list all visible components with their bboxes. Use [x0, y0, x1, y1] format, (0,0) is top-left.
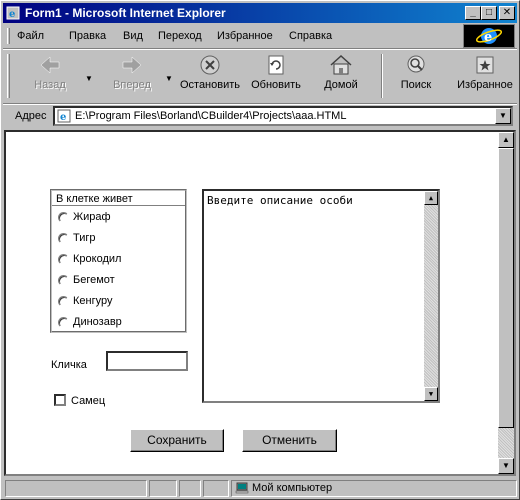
radio-label: Бегемот	[73, 274, 115, 286]
computer-icon	[235, 482, 249, 494]
nickname-input[interactable]	[106, 351, 188, 371]
address-label: Адрес	[15, 110, 47, 122]
favorites-label: Избранное	[457, 79, 513, 91]
menu-favorites[interactable]: Избранное	[217, 30, 273, 42]
stop-button[interactable]: Остановить	[177, 50, 243, 102]
back-button[interactable]: Назад	[23, 50, 77, 102]
address-dropdown-icon[interactable]: ▼	[495, 108, 511, 124]
page-icon: e	[57, 109, 71, 123]
page-scrollbar[interactable]: ▲ ▼	[498, 132, 514, 474]
toolbar-grip	[7, 54, 10, 98]
minimize-button[interactable]: _	[465, 6, 481, 20]
address-input[interactable]: e E:\Program Files\Borland\CBuilder4\Pro…	[53, 106, 513, 126]
menu-edit[interactable]: Правка	[69, 30, 106, 42]
description-text: Введите описание особи	[207, 194, 353, 207]
svg-text:e: e	[484, 30, 492, 45]
address-bar: Адрес e E:\Program Files\Borland\CBuilde…	[3, 105, 517, 127]
textarea-scrollbar[interactable]: ▲ ▼	[424, 191, 438, 401]
radio-button[interactable]	[58, 296, 69, 307]
scroll-thumb[interactable]	[498, 148, 514, 428]
scroll-up-icon[interactable]: ▲	[498, 132, 514, 148]
ie-logo-icon: e	[463, 24, 515, 48]
home-icon	[330, 54, 352, 75]
radio-button[interactable]	[58, 317, 69, 328]
stop-icon	[200, 55, 220, 75]
legend-divider	[52, 205, 185, 207]
page-content: В клетке живет Жираф Тигр Крокодил Бегем…	[4, 130, 516, 476]
status-pane	[149, 480, 177, 497]
menu-help[interactable]: Справка	[289, 30, 332, 42]
refresh-label: Обновить	[251, 79, 301, 91]
save-button[interactable]: Сохранить	[130, 429, 224, 452]
stop-label: Остановить	[179, 79, 241, 91]
menu-bar: Файл Правка Вид Переход Избранное Справк…	[3, 25, 463, 47]
forward-dropdown-icon[interactable]: ▼	[165, 74, 173, 83]
menu-go[interactable]: Переход	[158, 30, 202, 42]
radio-label: Жираф	[73, 211, 111, 223]
radio-button[interactable]	[58, 275, 69, 286]
status-pane	[179, 480, 201, 497]
address-url: E:\Program Files\Borland\CBuilder4\Proje…	[75, 110, 347, 122]
status-pane	[5, 480, 147, 497]
description-textarea[interactable]: Введите описание особи ▲ ▼	[202, 189, 440, 403]
animal-group: В клетке живет Жираф Тигр Крокодил Бегем…	[50, 189, 187, 333]
toolbar-separator	[381, 54, 383, 98]
close-button[interactable]: ✕	[499, 6, 515, 20]
menu-view[interactable]: Вид	[123, 30, 143, 42]
scroll-up-icon[interactable]: ▲	[424, 191, 438, 205]
scroll-down-icon[interactable]: ▼	[424, 387, 438, 401]
male-label: Самец	[71, 395, 106, 407]
refresh-icon	[268, 55, 284, 75]
radio-label: Крокодил	[73, 253, 122, 265]
favorites-icon	[476, 56, 494, 74]
status-pane	[203, 480, 229, 497]
home-button[interactable]: Домой	[317, 50, 365, 102]
forward-button[interactable]: Вперед	[103, 50, 161, 102]
status-zone-text: Мой компьютер	[252, 482, 333, 494]
refresh-button[interactable]: Обновить	[249, 50, 303, 102]
browser-window: e Form1 - Microsoft Internet Explorer _ …	[0, 0, 520, 500]
back-arrow-icon	[40, 56, 60, 74]
window-title: Form1 - Microsoft Internet Explorer	[25, 6, 226, 20]
svg-text:e: e	[60, 112, 66, 123]
title-bar: e Form1 - Microsoft Internet Explorer _ …	[3, 3, 517, 23]
radio-button[interactable]	[58, 233, 69, 244]
menu-grip	[7, 28, 10, 44]
radio-button[interactable]	[58, 212, 69, 223]
maximize-button[interactable]: □	[481, 6, 497, 20]
group-legend: В клетке живет	[56, 193, 133, 205]
search-label: Поиск	[400, 79, 432, 91]
back-dropdown-icon[interactable]: ▼	[85, 74, 93, 83]
svg-text:e: e	[9, 9, 15, 20]
nickname-label: Кличка	[51, 359, 87, 371]
search-icon	[407, 55, 425, 73]
menu-file[interactable]: Файл	[17, 30, 44, 42]
search-button[interactable]: Поиск	[393, 50, 439, 102]
radio-label: Тигр	[73, 232, 96, 244]
home-label: Домой	[324, 79, 358, 91]
scroll-down-icon[interactable]: ▼	[498, 458, 514, 474]
toolbar: Назад ▼ Вперед ▼ Остановить Обновить Дом…	[3, 50, 517, 103]
radio-label: Кенгуру	[73, 295, 113, 307]
radio-label: Динозавр	[73, 316, 122, 328]
status-bar: Мой компьютер	[3, 479, 517, 498]
ie-app-icon: e	[6, 6, 20, 20]
forward-label: Вперед	[113, 79, 151, 91]
back-label: Назад	[34, 79, 66, 91]
cancel-button[interactable]: Отменить	[242, 429, 337, 452]
forward-arrow-icon	[122, 56, 142, 74]
favorites-button[interactable]: Избранное	[455, 50, 515, 102]
radio-button[interactable]	[58, 254, 69, 265]
male-checkbox[interactable]	[54, 394, 66, 406]
